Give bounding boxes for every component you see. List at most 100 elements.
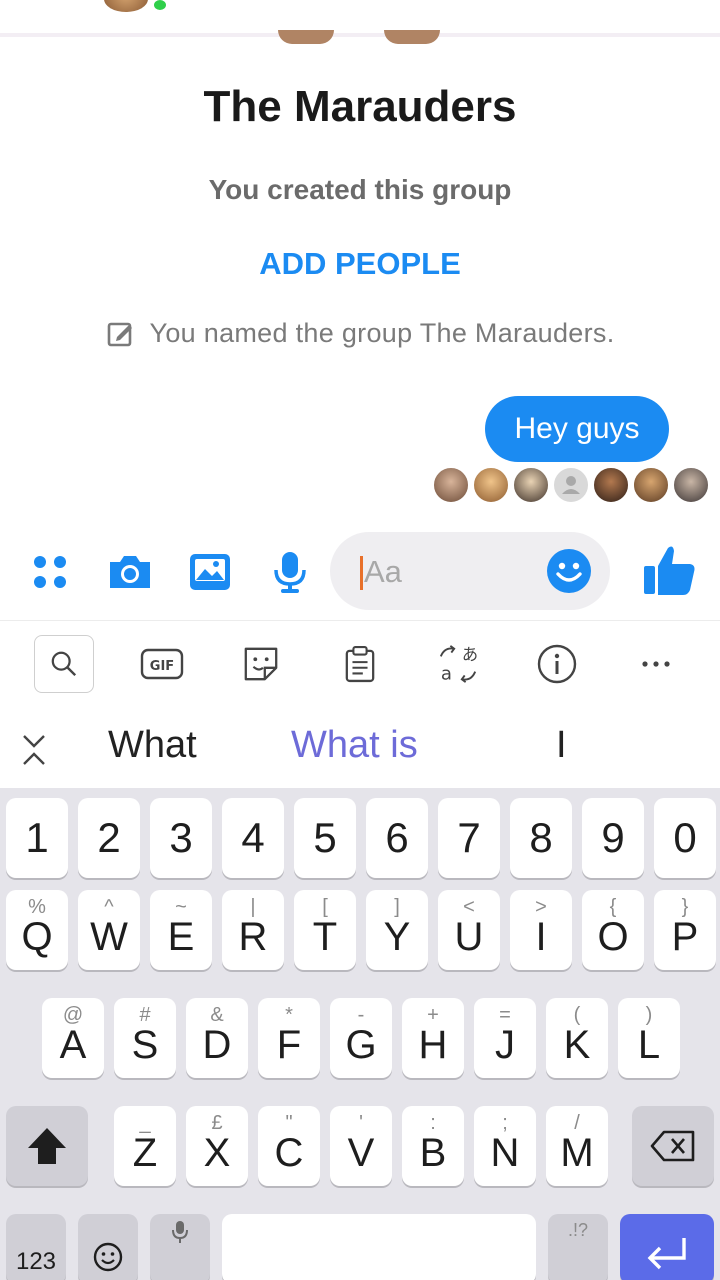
key-j[interactable]: = J xyxy=(474,998,536,1078)
key-label: D xyxy=(202,1023,232,1067)
key-label: 9 xyxy=(601,814,625,861)
key-r[interactable]: | R xyxy=(222,890,284,970)
emoji-key-icon xyxy=(93,1242,123,1272)
microphone-icon[interactable] xyxy=(264,546,316,598)
space-key[interactable] xyxy=(222,1214,536,1280)
key-label: 8 xyxy=(529,814,553,861)
more-actions-icon[interactable] xyxy=(24,546,76,598)
seen-avatar xyxy=(512,466,550,504)
key-s[interactable]: # S xyxy=(114,998,176,1078)
voice-input-key[interactable] xyxy=(150,1214,210,1280)
symbols-key-label: 123 xyxy=(15,1248,57,1275)
key-label: 0 xyxy=(673,814,697,861)
key-label: K xyxy=(563,1023,591,1067)
key-g[interactable]: -G xyxy=(330,998,392,1078)
keyboard: 1234567890 % Q ^ W ~ E | R[T] Y < U > I{O} P @ A # S & D * F… xyxy=(0,788,720,1280)
shift-key[interactable] xyxy=(6,1106,88,1186)
chat-header-strip xyxy=(0,0,720,44)
key-a[interactable]: @ A xyxy=(42,998,104,1078)
key-label: P xyxy=(671,915,699,959)
key-m[interactable]: / M xyxy=(546,1106,608,1186)
key-c[interactable]: " C xyxy=(258,1106,320,1186)
key-label: L xyxy=(637,1023,661,1067)
key-i[interactable]: > I xyxy=(510,890,572,970)
key-label: Y xyxy=(383,915,411,959)
collapse-toolbar-icon[interactable] xyxy=(18,732,50,768)
camera-icon[interactable] xyxy=(104,546,156,598)
key-x[interactable]: £ X xyxy=(186,1106,248,1186)
header-avatar[interactable] xyxy=(104,0,148,12)
microphone-key-icon xyxy=(172,1221,188,1243)
key-0[interactable]: 0 xyxy=(654,798,716,878)
emoji-key[interactable] xyxy=(78,1214,138,1280)
key-d[interactable]: & D xyxy=(186,998,248,1078)
backspace-key[interactable] xyxy=(632,1106,714,1186)
seen-avatar xyxy=(592,466,630,504)
key-label: 5 xyxy=(313,814,337,861)
sticker-icon[interactable] xyxy=(231,635,291,693)
key-9[interactable]: 9 xyxy=(582,798,644,878)
key-label: T xyxy=(312,915,338,959)
key-k[interactable]: (K xyxy=(546,998,608,1078)
key-label: M xyxy=(560,1131,594,1175)
key-2[interactable]: 2 xyxy=(78,798,140,878)
key-z[interactable]: _ Z xyxy=(114,1106,176,1186)
gallery-icon[interactable] xyxy=(184,546,236,598)
key-n[interactable]: ; N xyxy=(474,1106,536,1186)
key-l[interactable]: ) L xyxy=(618,998,680,1078)
key-v[interactable]: ' V xyxy=(330,1106,392,1186)
emoji-icon[interactable] xyxy=(546,548,592,594)
symbols-key[interactable]: 123 xyxy=(6,1214,66,1280)
more-options-icon[interactable] xyxy=(626,635,686,693)
message-input-placeholder: Aa xyxy=(364,554,402,589)
enter-arrow-icon xyxy=(647,1238,686,1270)
key-e[interactable]: ~ E xyxy=(150,890,212,970)
key-label: S xyxy=(131,1023,159,1067)
suggestion-item[interactable]: I xyxy=(556,724,567,767)
key-p[interactable]: } P xyxy=(654,890,716,970)
key-q[interactable]: % Q xyxy=(6,890,68,970)
key-label: W xyxy=(90,915,128,959)
key-b[interactable]: :B xyxy=(402,1106,464,1186)
message-input[interactable]: Aa xyxy=(330,532,610,610)
translate-icon[interactable]: あa xyxy=(428,635,488,693)
suggestion-item[interactable]: What xyxy=(108,724,197,767)
key-5[interactable]: 5 xyxy=(294,798,356,878)
key-1[interactable]: 1 xyxy=(6,798,68,878)
seen-avatar xyxy=(472,466,510,504)
key-8[interactable]: 8 xyxy=(510,798,572,878)
key-label: 1 xyxy=(25,814,49,861)
key-f[interactable]: * F xyxy=(258,998,320,1078)
clipboard-icon[interactable] xyxy=(330,635,390,693)
key-label: X xyxy=(203,1131,231,1175)
info-icon[interactable] xyxy=(527,635,587,693)
key-4[interactable]: 4 xyxy=(222,798,284,878)
key-y[interactable]: ] Y xyxy=(366,890,428,970)
key-u[interactable]: < U xyxy=(438,890,500,970)
svg-text:GIF: GIF xyxy=(150,659,174,674)
gif-icon[interactable]: GIF xyxy=(132,635,192,693)
key-6[interactable]: 6 xyxy=(366,798,428,878)
punctuation-key[interactable]: .!? xyxy=(548,1214,608,1280)
like-thumb-icon[interactable] xyxy=(640,540,700,600)
message-bubble[interactable]: Hey guys xyxy=(485,396,669,462)
seen-avatar xyxy=(432,466,470,504)
key-label: A xyxy=(59,1023,87,1067)
text-cursor xyxy=(360,556,363,590)
key-o[interactable]: {O xyxy=(582,890,644,970)
add-people-button[interactable]: ADD PEOPLE xyxy=(0,246,720,282)
group-photo-fragment xyxy=(384,30,440,44)
key-3[interactable]: 3 xyxy=(150,798,212,878)
keyboard-search-icon[interactable] xyxy=(34,635,94,693)
key-7[interactable]: 7 xyxy=(438,798,500,878)
svg-text:あ: あ xyxy=(462,645,478,664)
suggestion-item[interactable]: What is xyxy=(291,724,418,767)
key-w[interactable]: ^ W xyxy=(78,890,140,970)
key-t[interactable]: [T xyxy=(294,890,356,970)
enter-key[interactable] xyxy=(620,1214,714,1280)
seen-avatar xyxy=(632,466,670,504)
key-label: E xyxy=(167,915,195,959)
key-h[interactable]: + H xyxy=(402,998,464,1078)
edit-icon xyxy=(108,322,133,346)
group-name: The Marauders xyxy=(203,82,517,131)
